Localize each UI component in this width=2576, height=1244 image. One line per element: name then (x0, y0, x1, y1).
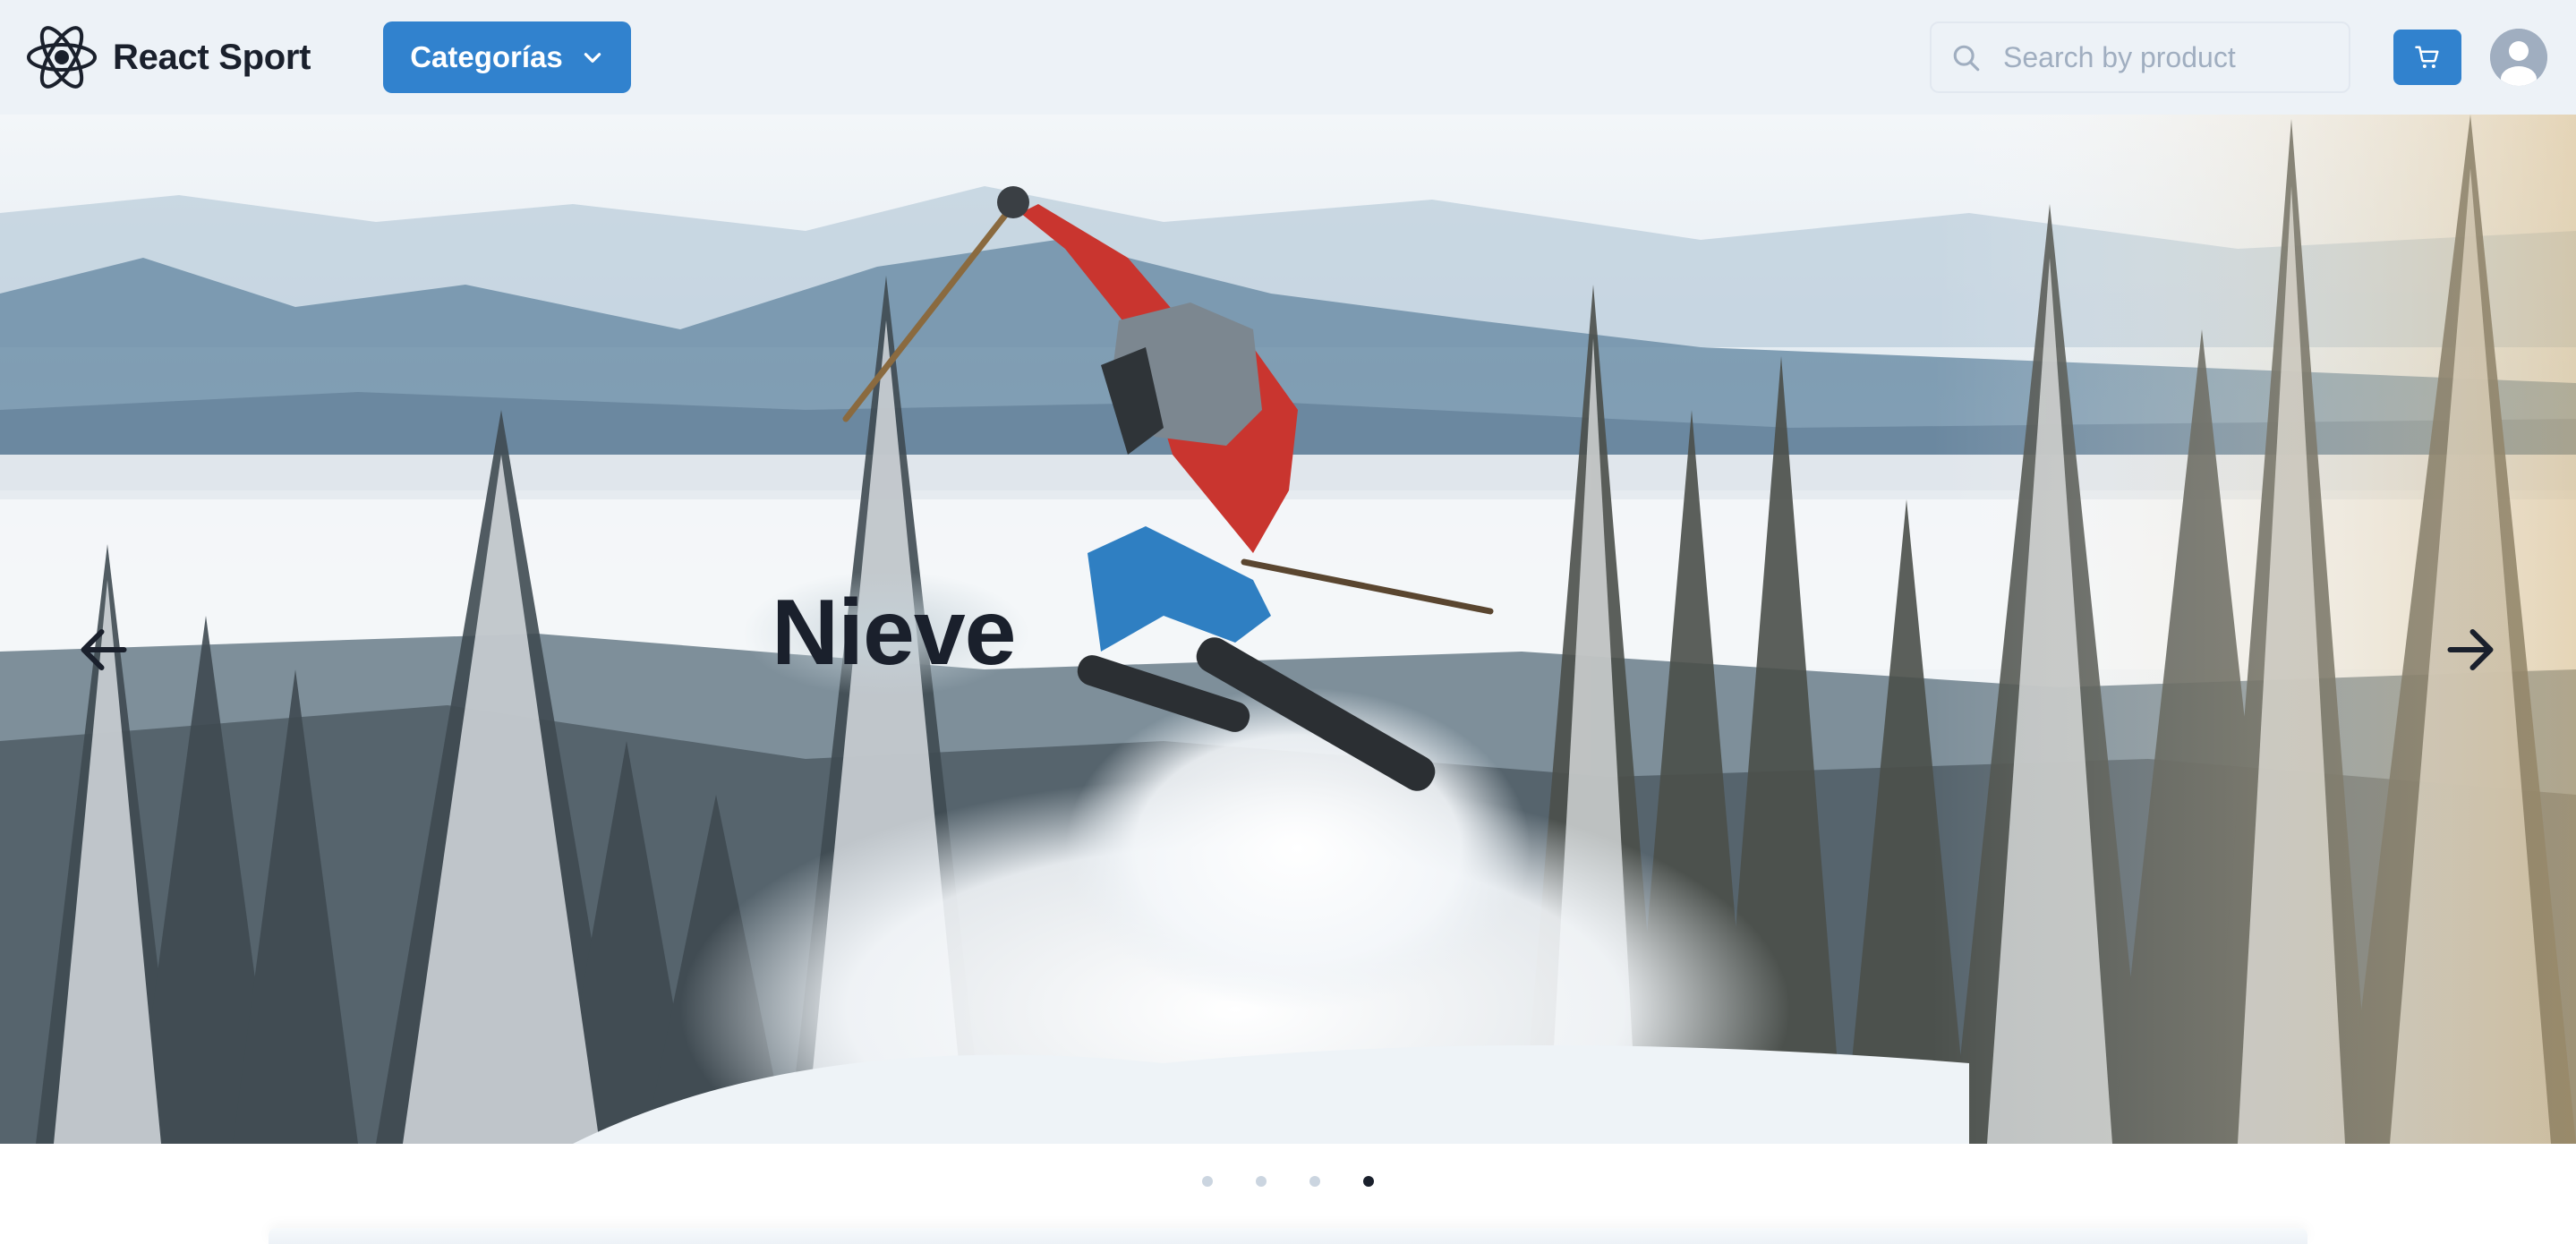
search-input[interactable] (2003, 23, 2343, 91)
top-navbar: React Sport Categorías (0, 0, 2576, 115)
arrow-right-icon (2447, 629, 2494, 670)
user-avatar-icon (2490, 29, 2547, 86)
user-avatar-button[interactable] (2490, 29, 2547, 86)
carousel-dot[interactable] (1202, 1176, 1213, 1187)
react-atom-icon (27, 26, 97, 89)
carousel-prev-button[interactable] (77, 623, 131, 677)
content-card-edge (269, 1228, 2307, 1244)
brand-name: React Sport (113, 37, 311, 77)
brand[interactable]: React Sport (25, 21, 311, 93)
carousel-indicators (0, 1172, 2576, 1190)
arrow-left-icon (81, 629, 127, 670)
cart-icon (2415, 46, 2439, 68)
hero-carousel: Nieve (0, 115, 2576, 1144)
carousel-dot[interactable] (1309, 1176, 1320, 1187)
slide-title: Nieve (772, 581, 1017, 685)
search-icon (1953, 45, 1980, 72)
carousel-dot[interactable] (1256, 1176, 1267, 1187)
carousel-dot[interactable] (1363, 1176, 1374, 1187)
cart-button[interactable] (2393, 30, 2461, 85)
carousel-next-button[interactable] (2444, 623, 2497, 677)
hero-slide-image (0, 115, 2576, 1144)
chevron-down-icon (584, 53, 601, 63)
search-box (1930, 21, 2350, 93)
categories-dropdown-button[interactable]: Categorías (383, 21, 631, 93)
categories-label: Categorías (410, 40, 563, 73)
